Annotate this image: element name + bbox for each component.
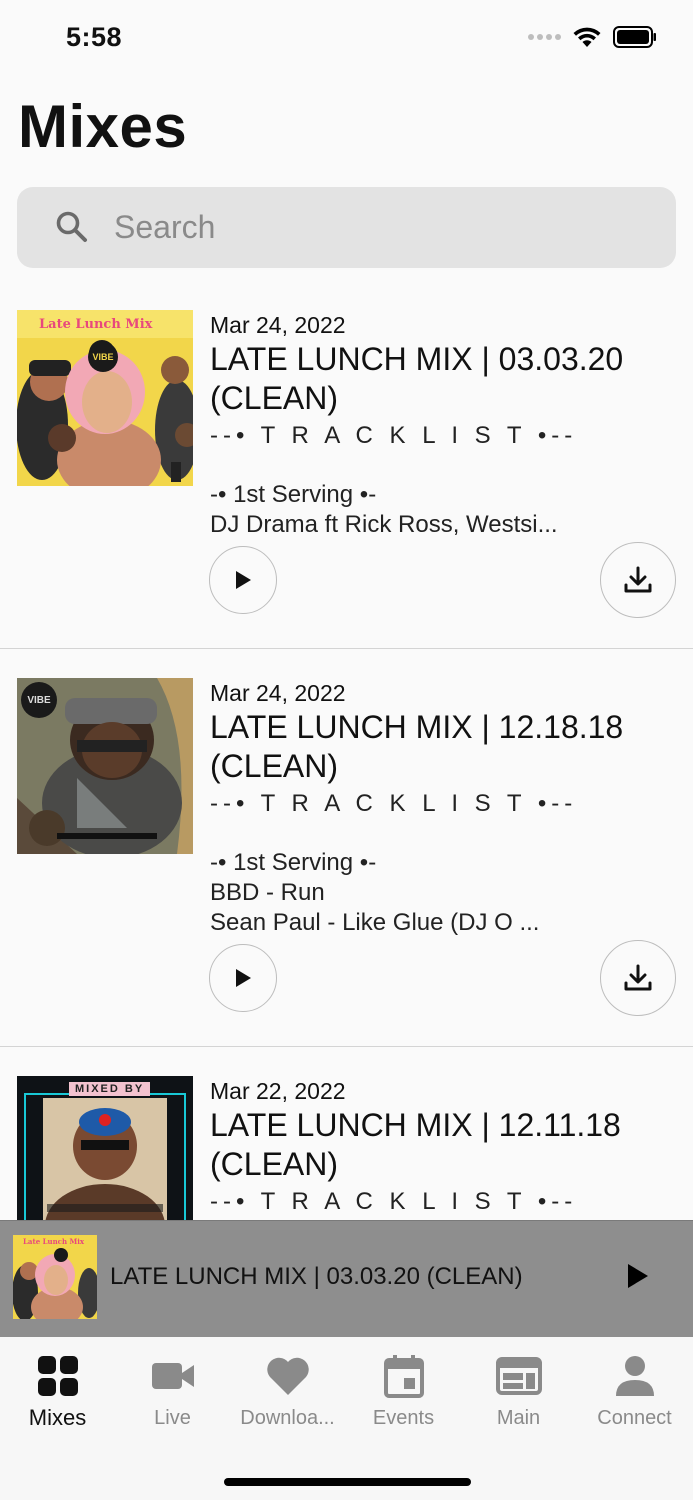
status-time: 5:58 — [66, 22, 123, 52]
play-icon — [628, 1264, 648, 1288]
tab-live[interactable]: Live — [115, 1337, 230, 1447]
now-playing-play-button[interactable] — [624, 1261, 652, 1296]
mix-tracklist-heading: --• T R A C K L I S T •-- — [210, 422, 578, 449]
description-line: -• 1st Serving •- — [210, 849, 377, 876]
tab-downloads[interactable]: Downloa... — [230, 1337, 345, 1447]
tab-bar: Mixes Live Downloa... Events Main Connec… — [0, 1337, 693, 1500]
download-button[interactable] — [600, 940, 676, 1016]
person-icon — [577, 1351, 692, 1401]
mix-item[interactable]: Late Lunch Mix VIBE Mar 24, 2022 LATE LU… — [0, 290, 693, 648]
grid-icon — [0, 1351, 115, 1401]
battery-icon — [613, 26, 656, 48]
browser-window-icon — [461, 1351, 576, 1401]
description-line: DJ Drama ft Rick Ross, Westsi... — [210, 511, 558, 538]
vibe-logo: VIBE — [88, 342, 118, 372]
mix-description: -• 1st Serving •- DJ Drama ft Rick Ross,… — [210, 480, 558, 540]
tab-label: Main — [496, 1407, 541, 1429]
play-button[interactable] — [209, 546, 277, 614]
description-line: BBD - Run — [210, 879, 325, 906]
mix-cover-image[interactable]: Late Lunch Mix VIBE — [17, 310, 193, 486]
page-title: Mixes — [18, 93, 188, 160]
tab-label: Downloa... — [240, 1407, 335, 1429]
status-icons — [528, 26, 657, 48]
mix-date: Mar 24, 2022 — [210, 312, 346, 338]
play-button[interactable] — [209, 944, 277, 1012]
tab-label: Events — [372, 1407, 435, 1429]
search-input[interactable] — [114, 205, 654, 249]
mix-tracklist-heading: --• T R A C K L I S T •-- — [210, 790, 578, 817]
cover-title-text: Late Lunch Mix — [39, 317, 153, 332]
mix-cover-image[interactable]: VIBE — [17, 678, 193, 854]
video-camera-icon — [115, 1351, 230, 1401]
home-indicator[interactable] — [224, 1478, 471, 1486]
mix-cover-image[interactable]: MIXED BY — [17, 1076, 193, 1220]
now-playing-bar[interactable]: Late Lunch Mix LATE LUNCH MIX | 03.03.20… — [0, 1220, 693, 1337]
mix-tracklist-heading: --• T R A C K L I S T •-- — [210, 1188, 578, 1215]
mix-list[interactable]: Late Lunch Mix VIBE Mar 24, 2022 LATE LU… — [0, 290, 693, 1220]
search-bar[interactable] — [17, 187, 676, 268]
description-line: Sean Paul - Like Glue (DJ O ... — [210, 909, 540, 936]
heart-icon — [230, 1351, 345, 1401]
vibe-logo: VIBE — [21, 682, 57, 718]
tab-main[interactable]: Main — [461, 1337, 576, 1447]
cellular-signal-icon — [528, 34, 561, 40]
cover-label: MIXED BY — [69, 1082, 151, 1096]
download-icon — [624, 566, 652, 593]
tab-label: Mixes — [28, 1405, 87, 1430]
tab-label: Connect — [597, 1407, 672, 1429]
now-playing-title: LATE LUNCH MIX | 03.03.20 (CLEAN) — [110, 1263, 523, 1290]
download-icon — [624, 964, 652, 991]
divider — [0, 1046, 693, 1047]
divider — [0, 648, 693, 649]
tab-connect[interactable]: Connect — [577, 1337, 692, 1447]
calendar-icon — [346, 1351, 461, 1401]
search-icon — [56, 211, 87, 242]
mix-date: Mar 22, 2022 — [210, 1078, 346, 1104]
mix-item[interactable]: MIXED BY Mar 22, 2022 LATE LUNCH MIX | 1… — [0, 1056, 693, 1220]
tab-events[interactable]: Events — [346, 1337, 461, 1447]
now-playing-cover[interactable]: Late Lunch Mix — [13, 1235, 97, 1319]
download-button[interactable] — [600, 542, 676, 618]
description-line: -• 1st Serving •- — [210, 481, 377, 508]
mix-date: Mar 24, 2022 — [210, 680, 346, 706]
mix-item[interactable]: VIBE Mar 24, 2022 LATE LUNCH MIX | 12.18… — [0, 658, 693, 1046]
tab-label: Live — [154, 1407, 191, 1429]
mix-title[interactable]: LATE LUNCH MIX | 03.03.20 (CLEAN) — [210, 340, 650, 418]
tab-mixes[interactable]: Mixes — [0, 1337, 115, 1447]
wifi-icon — [573, 27, 601, 47]
play-icon — [236, 969, 251, 987]
mix-title[interactable]: LATE LUNCH MIX | 12.18.18 (CLEAN) — [210, 708, 650, 786]
play-icon — [236, 571, 251, 589]
mix-description: -• 1st Serving •- BBD - Run Sean Paul - … — [210, 848, 539, 938]
status-bar: 5:58 — [0, 0, 693, 70]
mix-title[interactable]: LATE LUNCH MIX | 12.11.18 (CLEAN) — [210, 1106, 650, 1184]
cover-title-text: Late Lunch Mix — [23, 1237, 85, 1246]
